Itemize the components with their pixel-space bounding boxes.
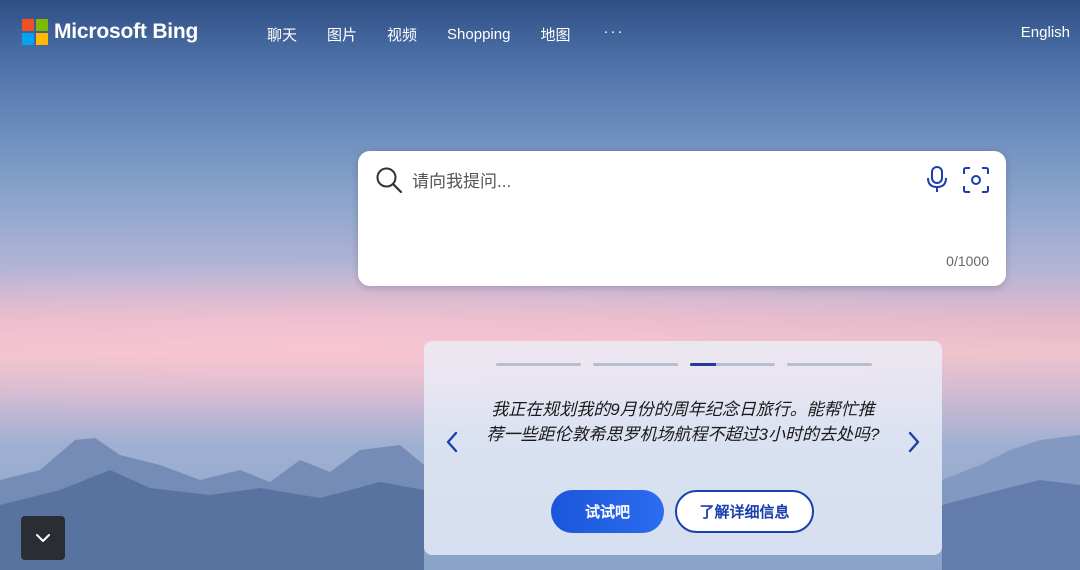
try-it-button[interactable]: 试试吧 [551,490,664,533]
top-bar: Microsoft Bing 聊天 图片 视频 Shopping 地图 ··· … [0,0,1080,70]
bing-logo[interactable]: Microsoft Bing [22,19,198,45]
character-count: 0/1000 [946,253,989,269]
nav-item-maps[interactable]: 地图 [525,24,585,45]
chevron-right-icon[interactable] [904,429,924,455]
microphone-icon[interactable] [924,165,950,195]
scroll-down-button[interactable] [21,516,65,560]
search-input[interactable] [410,167,914,197]
visual-search-icon[interactable] [961,165,991,195]
carousel-progress [496,363,872,366]
suggestion-text: 我正在规划我的9月份的周年纪念日旅行。能帮忙推荐一些距伦敦希思罗机场航程不超过3… [486,400,880,444]
microsoft-logo-icon [22,19,48,45]
logo-square-red [22,19,34,31]
search-icon [376,167,403,194]
search-box: 0/1000 [358,151,1006,286]
brand-name: Microsoft Bing [54,20,199,43]
nav-item-videos[interactable]: 视频 [372,24,432,45]
progress-segment[interactable] [787,363,872,366]
main-nav: 聊天 图片 视频 Shopping 地图 ··· [252,23,642,45]
more-menu-button[interactable]: ··· [585,23,642,40]
bing-home-page: Microsoft Bing 聊天 图片 视频 Shopping 地图 ··· … [0,0,1080,570]
suggestion-card: 我正在规划我的9月份的周年纪念日旅行。能帮忙推荐一些距伦敦希思罗机场航程不超过3… [424,341,942,555]
language-switch[interactable]: English [1021,24,1070,41]
progress-segment[interactable] [690,363,775,366]
nav-item-images[interactable]: 图片 [312,24,372,45]
logo-square-green [36,19,48,31]
logo-square-yellow [36,33,48,45]
progress-fill [690,363,716,366]
learn-more-button[interactable]: 了解详细信息 [675,490,814,533]
chevron-left-icon[interactable] [442,429,462,455]
chevron-down-icon [36,534,50,542]
logo-square-blue [22,33,34,45]
nav-item-chat[interactable]: 聊天 [252,24,312,45]
nav-item-shopping[interactable]: Shopping [432,26,525,43]
progress-segment[interactable] [593,363,678,366]
progress-segment[interactable] [496,363,581,366]
